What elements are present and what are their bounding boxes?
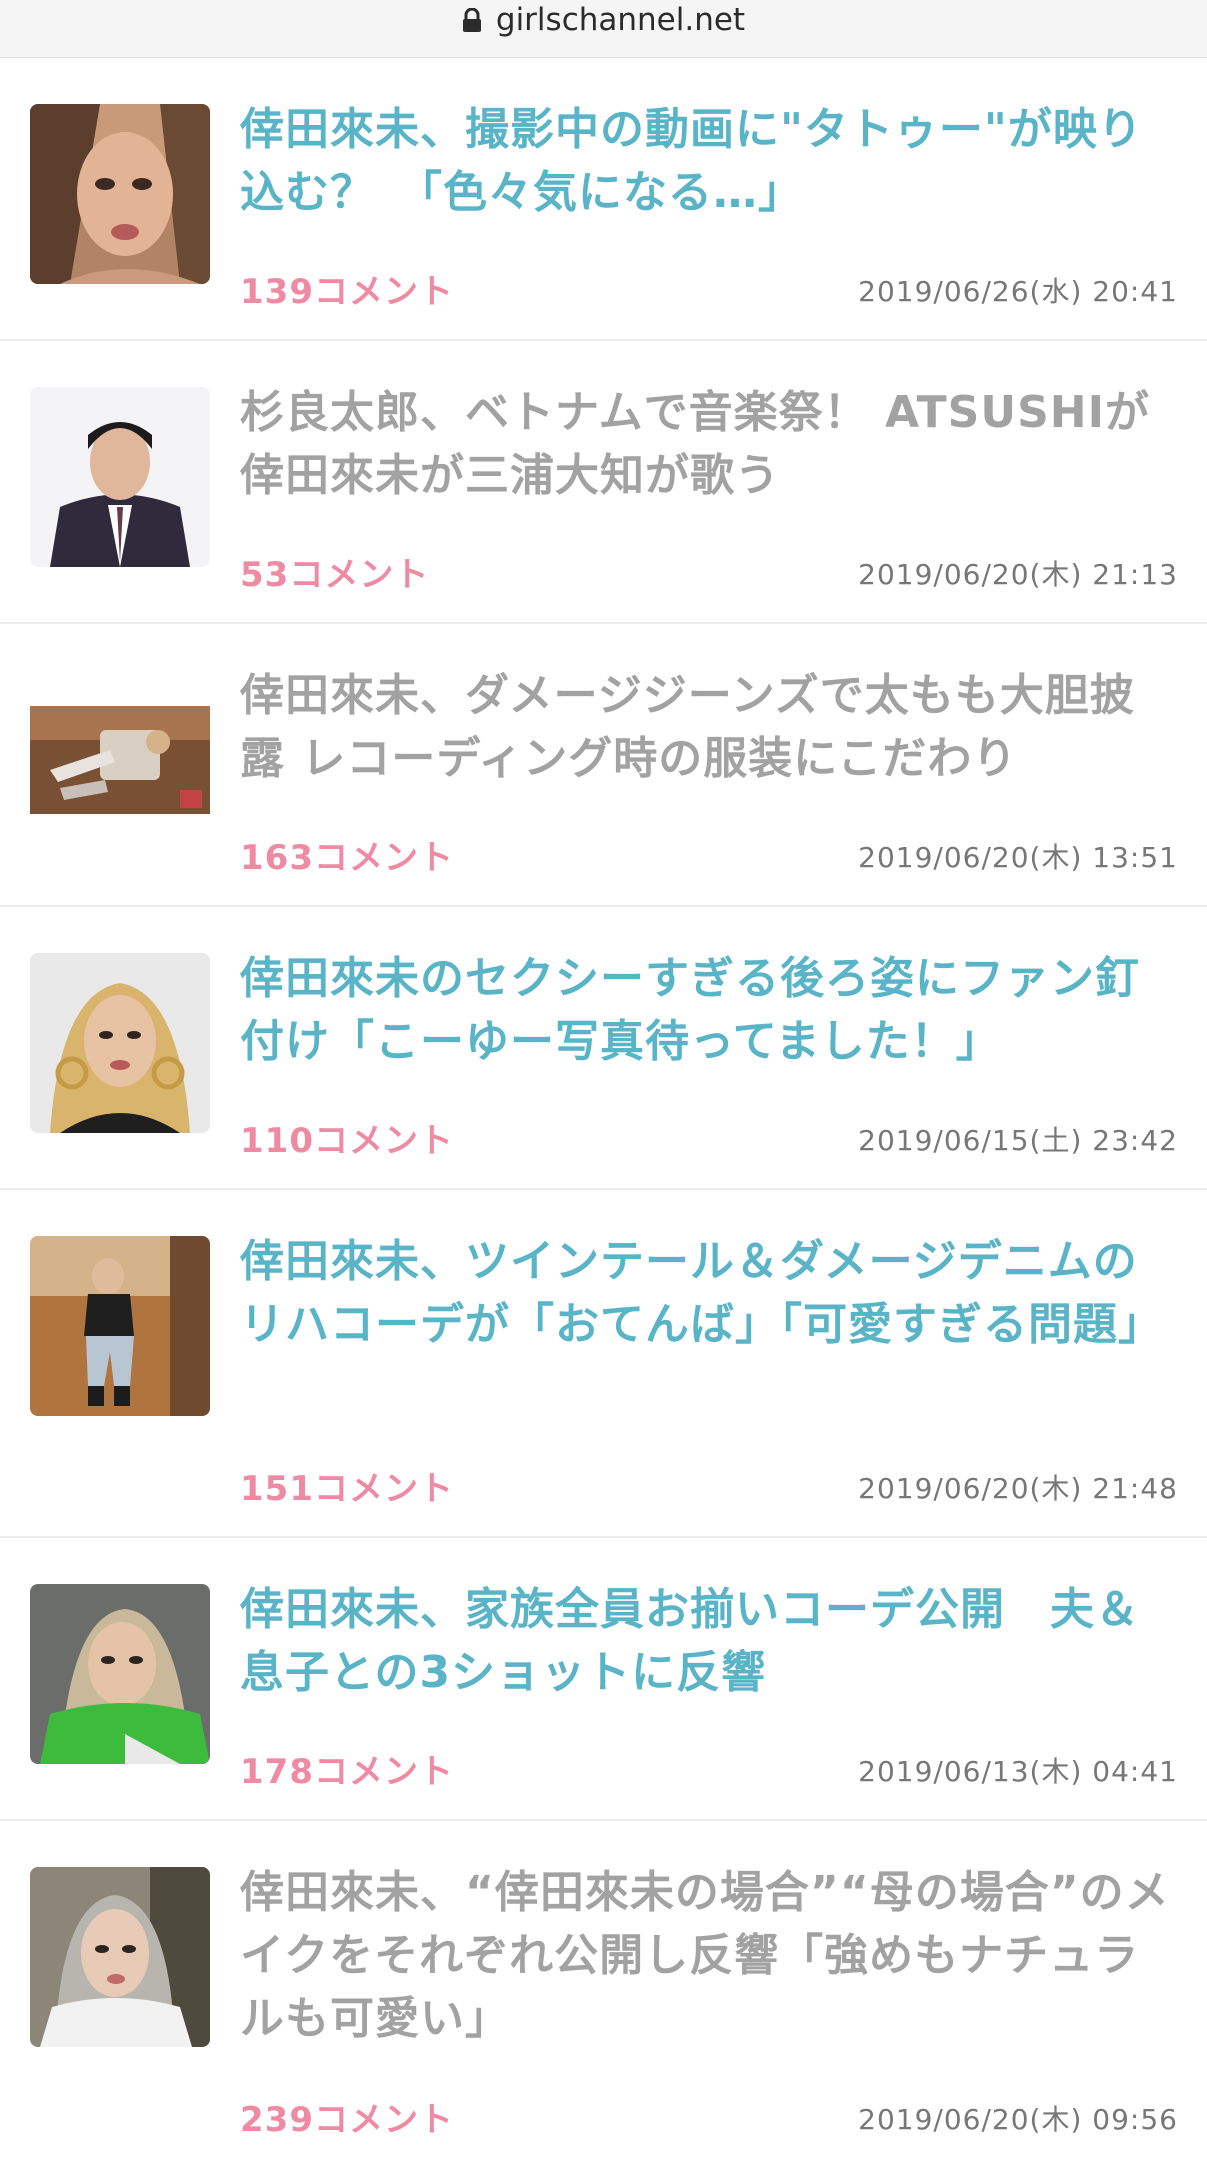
- article-item[interactable]: 倖田來未、家族全員お揃いコーデ公開 夫＆息子との3ショットに反響 178コメント…: [0, 1538, 1207, 1821]
- article-thumbnail[interactable]: [30, 1584, 210, 1764]
- article-title-link[interactable]: 倖田來未、“倖田來未の場合”“母の場合”のメイクをそれぞれ公開し反響「強めもナチ…: [240, 1861, 1175, 2050]
- lock-icon: [462, 7, 481, 32]
- article-meta: 151コメント 2019/06/20(木) 21:48: [240, 1467, 1178, 1511]
- article-meta: 110コメント 2019/06/15(土) 23:42: [240, 1119, 1178, 1163]
- portrait-photo-icon: [30, 387, 210, 567]
- comment-count-link[interactable]: 239コメント: [240, 2098, 454, 2142]
- comment-count-link[interactable]: 151コメント: [240, 1467, 454, 1511]
- article-thumbnail[interactable]: [30, 387, 210, 567]
- article-thumbnail[interactable]: [30, 670, 210, 850]
- url-display[interactable]: girlschannel.net: [0, 0, 1207, 40]
- article-meta: 178コメント 2019/06/13(木) 04:41: [240, 1750, 1178, 1794]
- post-date: 2019/06/20(木) 21:48: [858, 1472, 1178, 1505]
- article-meta: 139コメント 2019/06/26(水) 20:41: [240, 270, 1178, 314]
- article-thumbnail[interactable]: [30, 1236, 210, 1416]
- article-title-link[interactable]: 倖田來未、撮影中の動画に"タトゥー"が映り込む？ 「色々気になる…」: [240, 98, 1175, 224]
- portrait-photo-icon: [30, 1236, 210, 1416]
- article-list: 倖田來未、撮影中の動画に"タトゥー"が映り込む？ 「色々気になる…」 139コメ…: [0, 58, 1207, 2169]
- article-title-link[interactable]: 倖田來未、ダメージジーンズで太もも大胆披露 レコーディング時の服装にこだわり: [240, 664, 1175, 790]
- article-meta: 53コメント 2019/06/20(木) 21:13: [240, 553, 1178, 597]
- article-title-link[interactable]: 倖田來未、家族全員お揃いコーデ公開 夫＆息子との3ショットに反響: [240, 1578, 1175, 1704]
- comment-count-link[interactable]: 53コメント: [240, 553, 429, 597]
- article-item[interactable]: 倖田來未、ダメージジーンズで太もも大胆披露 レコーディング時の服装にこだわり 1…: [0, 624, 1207, 907]
- article-item[interactable]: 倖田來未、“倖田來未の場合”“母の場合”のメイクをそれぞれ公開し反響「強めもナチ…: [0, 1821, 1207, 2169]
- post-date: 2019/06/13(木) 04:41: [858, 1755, 1178, 1788]
- browser-address-bar[interactable]: girlschannel.net: [0, 0, 1207, 58]
- article-title-link[interactable]: 倖田來未、ツインテール＆ダメージデニムのリハコーデが「おてんば」「可愛すぎる問題…: [240, 1230, 1175, 1356]
- article-item[interactable]: 倖田來未、ツインテール＆ダメージデニムのリハコーデが「おてんば」「可愛すぎる問題…: [0, 1190, 1207, 1538]
- article-item[interactable]: 倖田來未、撮影中の動画に"タトゥー"が映り込む？ 「色々気になる…」 139コメ…: [0, 58, 1207, 341]
- landscape-photo-icon: [30, 670, 210, 850]
- comment-count-link[interactable]: 163コメント: [240, 836, 454, 880]
- portrait-photo-icon: [30, 1867, 210, 2047]
- portrait-photo-icon: [30, 953, 210, 1133]
- post-date: 2019/06/20(木) 09:56: [858, 2103, 1178, 2136]
- article-meta: 163コメント 2019/06/20(木) 13:51: [240, 836, 1178, 880]
- comment-count-link[interactable]: 178コメント: [240, 1750, 454, 1794]
- url-text: girlschannel.net: [495, 2, 746, 38]
- portrait-photo-icon: [30, 104, 210, 284]
- post-date: 2019/06/15(土) 23:42: [858, 1124, 1178, 1157]
- post-date: 2019/06/20(木) 13:51: [858, 841, 1178, 874]
- post-date: 2019/06/20(木) 21:13: [858, 558, 1178, 591]
- article-title-link[interactable]: 倖田來未のセクシーすぎる後ろ姿にファン釘付け「こーゆー写真待ってました！」: [240, 947, 1175, 1073]
- article-title-link[interactable]: 杉良太郎、ベトナムで音楽祭！ ATSUSHIが倖田來未が三浦大知が歌う: [240, 381, 1175, 507]
- comment-count-link[interactable]: 139コメント: [240, 270, 454, 314]
- article-thumbnail[interactable]: [30, 1867, 210, 2047]
- article-item[interactable]: 杉良太郎、ベトナムで音楽祭！ ATSUSHIが倖田來未が三浦大知が歌う 53コメ…: [0, 341, 1207, 624]
- post-date: 2019/06/26(水) 20:41: [858, 275, 1178, 308]
- article-thumbnail[interactable]: [30, 953, 210, 1133]
- article-item[interactable]: 倖田來未のセクシーすぎる後ろ姿にファン釘付け「こーゆー写真待ってました！」 11…: [0, 907, 1207, 1190]
- article-thumbnail[interactable]: [30, 104, 210, 284]
- comment-count-link[interactable]: 110コメント: [240, 1119, 454, 1163]
- portrait-photo-icon: [30, 1584, 210, 1764]
- article-meta: 239コメント 2019/06/20(木) 09:56: [240, 2098, 1178, 2142]
